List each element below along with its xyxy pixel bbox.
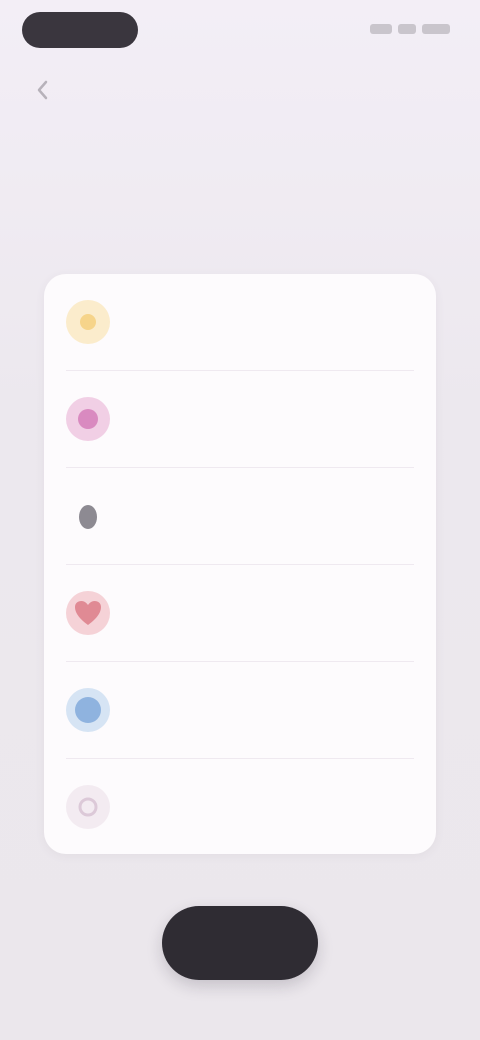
option-item-2[interactable] (44, 371, 436, 467)
dynamic-island (22, 12, 138, 48)
heart-icon (66, 591, 110, 635)
status-icons (370, 24, 450, 34)
signal-icon (370, 24, 392, 34)
wifi-icon (398, 24, 416, 34)
back-button[interactable] (26, 74, 58, 106)
option-item-6[interactable] (44, 759, 436, 855)
flower-icon (66, 397, 110, 441)
status-bar (0, 0, 480, 60)
leaf-icon (66, 494, 110, 538)
option-item-4[interactable] (44, 565, 436, 661)
option-item-3[interactable] (44, 468, 436, 564)
globe-icon (66, 688, 110, 732)
sun-icon (66, 300, 110, 344)
continue-button[interactable] (162, 906, 318, 980)
option-item-1[interactable] (44, 274, 436, 370)
sparkle-icon (66, 785, 110, 829)
option-item-5[interactable] (44, 662, 436, 758)
options-list (44, 274, 436, 854)
battery-icon (422, 24, 450, 34)
chevron-left-icon (37, 80, 48, 100)
